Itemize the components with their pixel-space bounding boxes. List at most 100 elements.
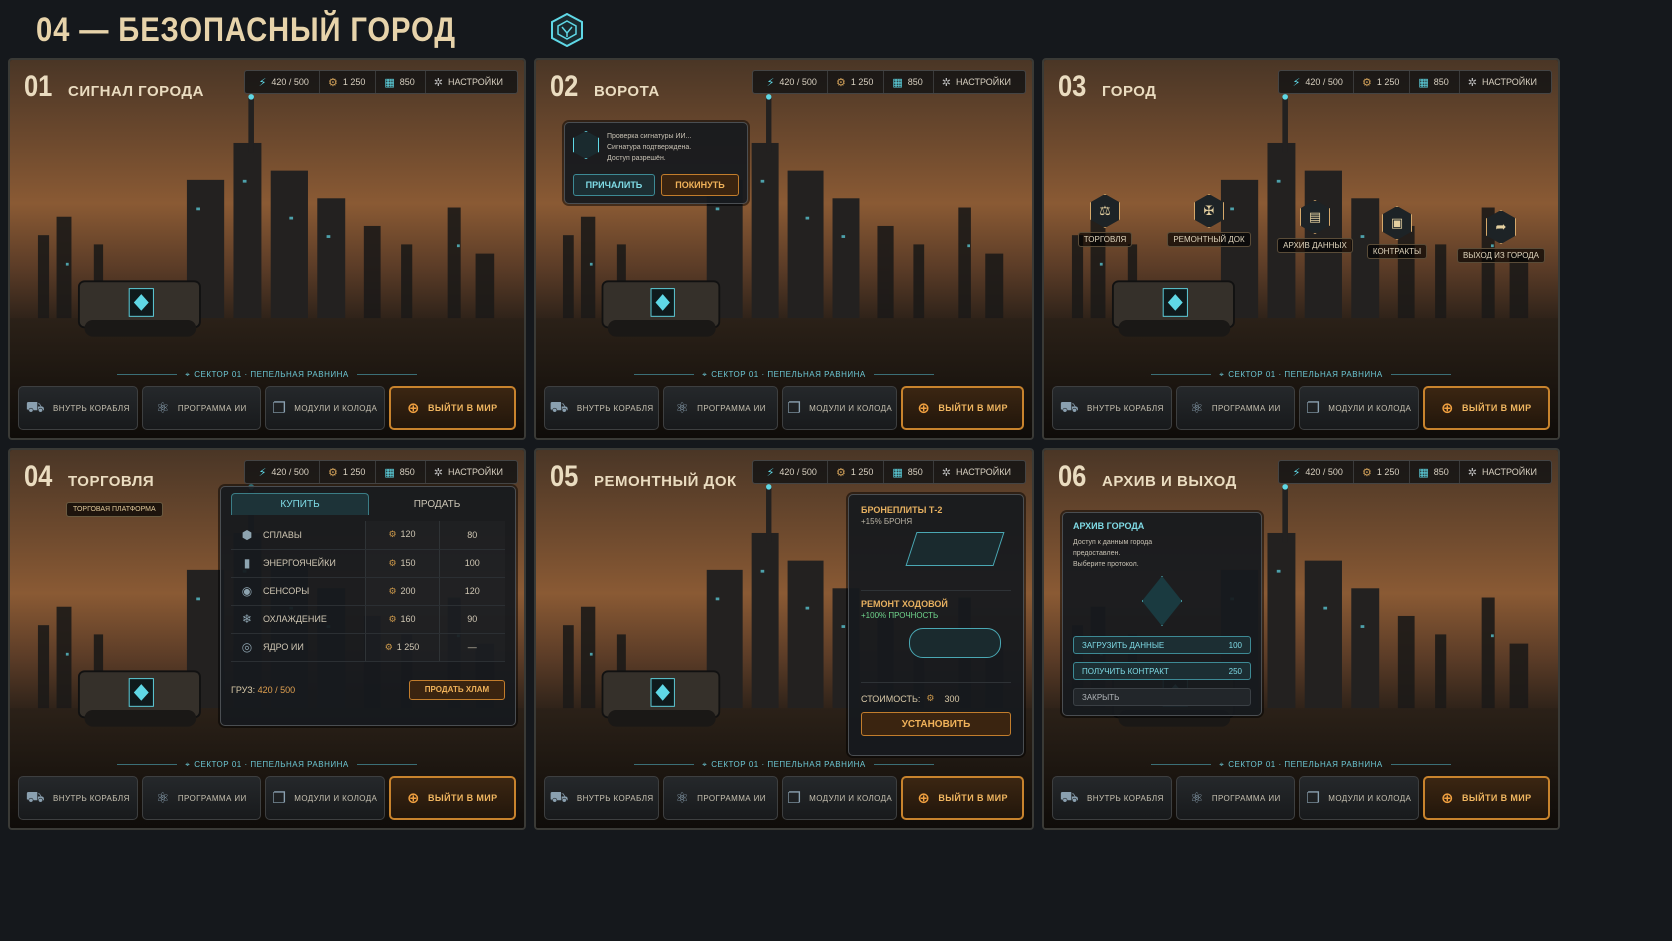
modules-deck-button[interactable]: ❐ МОДУЛИ И КОЛОДА (1299, 386, 1419, 430)
gear-icon: ✲ (941, 76, 951, 89)
ai-program-button[interactable]: ⚛ ПРОГРАММА ИИ (1175, 386, 1296, 430)
data-chip-icon: ▦ (1418, 466, 1429, 479)
close-button[interactable]: ЗАКРЫТЬ (1073, 688, 1251, 706)
panel-heading: 02 ВОРОТА (550, 70, 660, 104)
inside-ship-button[interactable]: ⛟ ВНУТРЬ КОРАБЛЯ (1052, 776, 1172, 820)
trade-row[interactable]: ⬢ СПЛАВЫ ⚙ 120 80 (231, 521, 505, 550)
ai-program-button[interactable]: ⚛ ПРОГРАММА ИИ (1175, 776, 1296, 820)
modules-deck-button[interactable]: ❐ МОДУЛИ И КОЛОДА (782, 776, 898, 820)
city-location-3[interactable]: ▣ КОНТРАКТЫ (1352, 206, 1442, 259)
upgrade-chassis-card[interactable]: РЕМОНТ ХОДОВОЙ +100% ПРОЧНОСТЬ (861, 591, 1011, 683)
bottom-navigation: ⛟ ВНУТРЬ КОРАБЛЯ ⚛ ПРОГРАММА ИИ ❐ МОДУЛИ И … (1052, 386, 1550, 430)
cooling-icon: ❄ (241, 612, 253, 626)
data-chip-icon: ▦ (1418, 76, 1429, 89)
load-data-button[interactable]: ЗАГРУЗИТЬ ДАННЫЕ 100 (1073, 636, 1251, 654)
inside-ship-button[interactable]: ⛟ ВНУТРЬ КОРАБЛЯ (18, 386, 138, 430)
data-chip-icon: ▦ (384, 76, 395, 89)
inside-ship-button[interactable]: ⛟ ВНУТРЬ КОРАБЛЯ (544, 386, 660, 430)
inside-ship-button[interactable]: ⛟ ВНУТРЬ КОРАБЛЯ (18, 776, 138, 820)
settings-button[interactable]: ✲ НАСТРОЙКИ (424, 461, 511, 483)
trade-icon: ⚖ (1090, 194, 1120, 228)
exit-world-button[interactable]: ⊕ ВЫЙТИ В МИР (901, 386, 1025, 430)
sell-junk-button[interactable]: ПРОДАТЬ ХЛАМ (409, 679, 505, 700)
resource-hud: ⚡ 420 / 500 ⚙ 1 250 ▦ 850 ✲ НАСТРОЙКИ (1277, 460, 1552, 484)
resource-hud: ⚡ 420 / 500 ⚙ 1 250 ▦ 850 ✲ НАСТРОЙКИ (243, 460, 518, 484)
location-marker: ⌖ СЕКТОР 01 · ПЕПЕЛЬНАЯ РАВНИНА (1044, 370, 1558, 380)
cards-icon: ❐ (1306, 790, 1321, 807)
item-name: ЯДРО ИИ (263, 642, 304, 652)
energy-counter: ⚡ 420 / 500 (258, 466, 309, 479)
settings-button[interactable]: ✲ НАСТРОЙКИ (1458, 71, 1545, 93)
city-location-label: ТОРГОВЛЯ (1077, 232, 1133, 247)
resource-hud: ⚡ 420 / 500 ⚙ 1 250 ▦ 850 ✲ НАСТРОЙКИ (1277, 70, 1552, 94)
gear-icon: ✲ (941, 466, 951, 479)
dialog-lines: Проверка сигнатуры ИИ... Сигнатура подтв… (607, 131, 691, 164)
exit-world-button[interactable]: ⊕ ВЫЙТИ В МИР (388, 386, 516, 430)
city-location-4[interactable]: ➦ ВЫХОД ИЗ ГОРОДА (1456, 210, 1546, 263)
buy-price: 150 (400, 557, 416, 568)
trade-row[interactable]: ▮ ЭНЕРГОЯЧЕЙКИ ⚙ 150 100 (231, 549, 505, 578)
gear-icon: ✲ (1467, 466, 1477, 479)
scrap-coin-icon: ⚙ (835, 466, 846, 479)
inside-ship-button[interactable]: ⛟ ВНУТРЬ КОРАБЛЯ (544, 776, 660, 820)
modules-deck-button[interactable]: ❐ МОДУЛИ И КОЛОДА (782, 386, 898, 430)
city-location-1[interactable]: ✠ РЕМОНТНЫЙ ДОК (1164, 194, 1254, 247)
map-pin-icon: ⌖ (185, 760, 191, 769)
leave-button[interactable]: ПОКИНУТЬ (660, 174, 739, 196)
location-marker: ⌖ СЕКТОР 01 · ПЕПЕЛЬНАЯ РАВНИНА (536, 760, 1032, 770)
tab-sell[interactable]: ПРОДАТЬ (369, 493, 505, 515)
trade-row[interactable]: ❄ ОХЛАЖДЕНИЕ ⚙ 160 90 (231, 605, 505, 634)
ai-program-button[interactable]: ⚛ ПРОГРАММА ИИ (141, 776, 262, 820)
settings-button[interactable]: ✲ НАСТРОЙКИ (932, 461, 1019, 483)
data-counter: ▦ 850 (883, 461, 930, 483)
exit-world-button[interactable]: ⊕ ВЫЙТИ В МИР (1422, 776, 1550, 820)
upgrade-armor-card[interactable]: БРОНЕПЛИТЫ Т-2 +15% БРОНЯ (861, 505, 1011, 591)
bottom-navigation: ⛟ ВНУТРЬ КОРАБЛЯ ⚛ ПРОГРАММА ИИ ❐ МОДУЛИ И … (544, 386, 1025, 430)
panel-title: ТОРГОВЛЯ (68, 473, 155, 490)
buy-price: 1 250 (396, 641, 420, 652)
city-location-0[interactable]: ⚖ ТОРГОВЛЯ (1060, 194, 1150, 247)
desc-line: Доступ к данным города (1073, 539, 1153, 546)
modules-deck-button[interactable]: ❐ МОДУЛИ И КОЛОДА (1299, 776, 1419, 820)
ai-program-button[interactable]: ⚛ ПРОГРАММА ИИ (663, 776, 779, 820)
settings-button[interactable]: ✲ НАСТРОЙКИ (932, 71, 1019, 93)
upgrade-effect: +100% ПРОЧНОСТЬ (861, 611, 939, 620)
credits-counter: ⚙ 1 250 (318, 71, 373, 93)
trade-row[interactable]: ◉ СЕНСОРЫ ⚙ 200 120 (231, 577, 505, 606)
resource-hud: ⚡ 420 / 500 ⚙ 1 250 ▦ 850 ✲ НАСТРОЙКИ (751, 70, 1026, 94)
trade-row[interactable]: ◎ ЯДРО ИИ ⚙ 1 250 — (231, 633, 505, 662)
armor-plate-icon (905, 532, 1005, 566)
install-button[interactable]: УСТАНОВИТЬ (861, 712, 1011, 736)
contracts-icon: ▣ (1382, 206, 1412, 240)
settings-button[interactable]: ✲ НАСТРОЙКИ (424, 71, 511, 93)
cargo-indicator: ГРУЗ: 420 / 500 (231, 684, 296, 695)
panel-heading: 06 АРХИВ И ВЫХОД (1058, 460, 1237, 494)
city-location-2[interactable]: ▤ АРХИВ ДАННЫХ (1270, 200, 1360, 253)
settings-button[interactable]: ✲ НАСТРОЙКИ (1458, 461, 1545, 483)
get-contract-button[interactable]: ПОЛУЧИТЬ КОНТРАКТ 250 (1073, 662, 1251, 680)
globe-icon: ⊕ (917, 400, 931, 417)
energy-counter: ⚡ 420 / 500 (766, 466, 817, 479)
cards-icon: ❐ (272, 400, 287, 417)
panel-title: АРХИВ И ВЫХОД (1102, 473, 1237, 490)
archive-icon: ▤ (1300, 200, 1330, 234)
modules-deck-button[interactable]: ❐ МОДУЛИ И КОЛОДА (265, 386, 385, 430)
page-header: 04 — БЕЗОПАСНЫЙ ГОРОД (36, 8, 584, 52)
item-name: ОХЛАЖДЕНИЕ (263, 614, 327, 624)
ai-program-button[interactable]: ⚛ ПРОГРАММА ИИ (663, 386, 779, 430)
scene-art (536, 60, 1032, 438)
inside-ship-button[interactable]: ⛟ ВНУТРЬ КОРАБЛЯ (1052, 386, 1172, 430)
lightning-icon: ⚡ (258, 76, 267, 89)
exit-world-button[interactable]: ⊕ ВЫЙТИ В МИР (388, 776, 516, 820)
panel-title: СИГНАЛ ГОРОДА (68, 83, 204, 100)
modules-deck-button[interactable]: ❐ МОДУЛИ И КОЛОДА (265, 776, 385, 820)
gear-icon: ✲ (433, 76, 443, 89)
ai-program-button[interactable]: ⚛ ПРОГРАММА ИИ (141, 386, 262, 430)
exit-world-button[interactable]: ⊕ ВЫЙТИ В МИР (901, 776, 1025, 820)
dialog-line: Доступ разрешён. (607, 155, 666, 162)
tab-buy[interactable]: КУПИТЬ (231, 493, 369, 515)
exit-world-button[interactable]: ⊕ ВЫЙТИ В МИР (1422, 386, 1550, 430)
location-marker: ⌖ СЕКТОР 01 · ПЕПЕЛЬНАЯ РАВНИНА (10, 760, 524, 770)
dock-button[interactable]: ПРИЧАЛИТЬ (573, 174, 655, 196)
coin-icon: ⚙ (926, 693, 935, 703)
